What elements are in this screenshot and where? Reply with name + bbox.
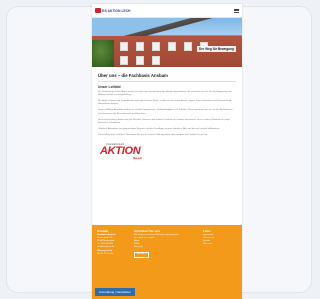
footer-line: Mo–Fr 14–20 Uhr	[97, 252, 114, 255]
page-title: Über uns – die Fachbasis Ansbam	[98, 73, 168, 78]
footer-submit-button[interactable]: Absenden	[134, 251, 150, 258]
footer-contact: Kontakt Fachbasis Ansbam Musterstraße 12…	[97, 229, 131, 258]
website-page: GS AKTION LECH Der Weg für Bewegung Über…	[92, 4, 242, 299]
tree-shape	[92, 40, 114, 67]
footer-message-field[interactable]: Nachricht	[134, 246, 200, 249]
main-content: Über uns – die Fachbasis Ansbam Unser Le…	[92, 67, 242, 160]
newsletter-button[interactable]: Anmeldung | Newsletter	[95, 288, 135, 296]
paragraph: Sie möchten mehr erfahren? Besuchen Sie …	[98, 133, 208, 136]
site-footer: Kontakt Fachbasis Ansbam Musterstraße 12…	[92, 225, 242, 299]
site-logo[interactable]: GS AKTION LECH	[95, 8, 131, 13]
partner-logo-sub: Mensch	[133, 156, 142, 160]
logo-mark-icon	[95, 8, 101, 13]
paragraph: Die Zielsetzung unserer Arbeit richtet s…	[98, 91, 232, 97]
divider	[98, 81, 236, 82]
site-header: GS AKTION LECH	[92, 4, 242, 18]
logo-text: GS AKTION LECH	[102, 8, 131, 13]
footer-message: Schreiben Sie uns Wir freuen uns auf Ihr…	[134, 229, 200, 258]
paragraph: Wir bieten Kindern und Jugendlichen eine…	[98, 100, 232, 106]
section-heading: Unser Leitbild	[98, 85, 121, 89]
partner-logo[interactable]: Unterstützt durch AKTION Mensch	[100, 143, 146, 160]
hero-caption: Der Weg für Bewegung	[196, 46, 236, 52]
paragraph: Offenheit, Akzeptanz und gegenseitiger R…	[98, 127, 220, 130]
footer-link[interactable]: Über uns	[203, 243, 233, 246]
footer-links: Links Impressum Datenschutz Kontakt Über…	[203, 229, 233, 258]
footer-heading: Schreiben Sie uns	[134, 229, 161, 233]
footer-heading: Kontakt	[97, 229, 109, 233]
partner-logo-wordmark: AKTION	[100, 144, 141, 157]
paragraph: Durch vielfältige Angebote fördern wir s…	[98, 109, 233, 115]
menu-icon[interactable]	[234, 8, 239, 13]
paragraph: Unsere Einrichtung arbeitet eng mit Schu…	[98, 118, 230, 124]
footer-heading: Links	[203, 229, 211, 233]
hero-image: Der Weg für Bewegung	[92, 18, 242, 67]
